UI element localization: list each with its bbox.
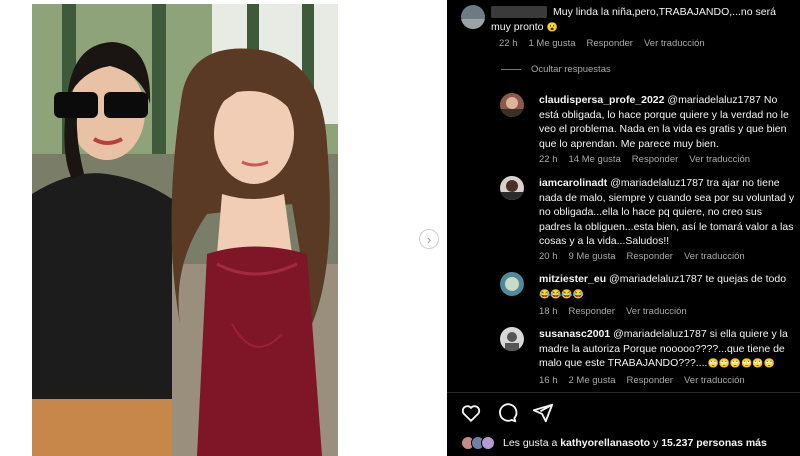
laughing-emoji: 😂😂😂😂: [539, 288, 584, 299]
actions-divider: [447, 392, 800, 393]
liker-avatars: [461, 436, 495, 450]
post-actions: [460, 402, 554, 424]
hide-replies-button[interactable]: Ocultar respuestas: [501, 64, 611, 75]
avatar: [481, 436, 495, 450]
reply-username[interactable]: iamcarolinadt: [539, 177, 607, 189]
translate-button[interactable]: Ver traducción: [684, 251, 745, 262]
reply-time: 18 h: [539, 306, 558, 317]
reply-button[interactable]: Responder: [627, 251, 673, 262]
comments-panel: Muy linda la niña,pero,TRABAJANDO,...no …: [447, 0, 800, 456]
comment-meta: 22 h 1 Me gusta Responder Ver traducción: [499, 38, 705, 49]
heart-icon[interactable]: [460, 402, 482, 424]
next-photo-button[interactable]: ›: [419, 229, 439, 249]
reply-username[interactable]: mitziester_eu: [539, 273, 606, 285]
likes-prefix: Les gusta a: [503, 437, 561, 449]
post-photo[interactable]: [32, 4, 338, 456]
reply-username[interactable]: susanasc2001: [539, 328, 610, 340]
reply-time: 20 h: [539, 251, 558, 262]
comment-icon[interactable]: [496, 402, 518, 424]
post-media-area: ›: [0, 0, 447, 456]
reply-button[interactable]: Responder: [632, 154, 678, 165]
reply-likes[interactable]: 14 Me gusta: [569, 154, 621, 165]
comment-time: 22 h: [499, 38, 518, 49]
eye-roll-emoji: 🙄🙄🙄🙄🙄🙄: [707, 358, 775, 368]
avatar[interactable]: [500, 176, 524, 200]
reply-meta: 22 h 14 Me gusta Responder Ver traducció…: [539, 154, 750, 165]
comment-body: Muy linda la niña,pero,TRABAJANDO,...no …: [491, 6, 776, 33]
translate-button[interactable]: Ver traducción: [684, 375, 745, 386]
share-icon[interactable]: [532, 402, 554, 424]
reply-meta: 16 h 2 Me gusta Responder Ver traducción: [539, 375, 745, 386]
reply-text: claudispersa_profe_2022 @mariadelaluz178…: [539, 93, 791, 151]
reply-button[interactable]: Responder: [627, 375, 673, 386]
reply-text: iamcarolinadt @mariadelaluz1787 tra ajar…: [539, 176, 795, 249]
reply-meta: 20 h 9 Me gusta Responder Ver traducción: [539, 251, 745, 262]
photo-illustration: [32, 4, 338, 456]
likes-count[interactable]: 15.237 personas más: [661, 437, 767, 449]
reply-button[interactable]: Responder: [569, 306, 615, 317]
reply-meta: 18 h Responder Ver traducción: [539, 306, 687, 317]
likes-summary[interactable]: Les gusta a kathyorellanasoto y 15.237 p…: [461, 436, 767, 450]
avatar[interactable]: [500, 272, 524, 296]
surprised-emoji: 😮: [546, 21, 558, 32]
likes-connector: y: [650, 437, 662, 449]
avatar[interactable]: [461, 5, 485, 29]
likes-text: Les gusta a kathyorellanasoto y 15.237 p…: [503, 437, 767, 449]
reply-body: @mariadelaluz1787 te quejas de todo: [606, 273, 787, 285]
translate-button[interactable]: Ver traducción: [689, 154, 750, 165]
reply-time: 22 h: [539, 154, 558, 165]
comment-text: Muy linda la niña,pero,TRABAJANDO,...no …: [491, 5, 791, 34]
reply-username[interactable]: claudispersa_profe_2022: [539, 94, 665, 106]
avatar[interactable]: [500, 93, 524, 117]
liker-username[interactable]: kathyorellanasoto: [560, 437, 650, 449]
translate-button[interactable]: Ver traducción: [626, 306, 687, 317]
reply-likes[interactable]: 2 Me gusta: [569, 375, 616, 386]
translate-button[interactable]: Ver traducción: [644, 38, 705, 49]
reply-likes[interactable]: 9 Me gusta: [569, 251, 616, 262]
divider-line: [501, 69, 521, 70]
comment-likes[interactable]: 1 Me gusta: [529, 38, 576, 49]
avatar[interactable]: [500, 327, 524, 351]
reply-text: mitziester_eu @mariadelaluz1787 te queja…: [539, 272, 795, 301]
reply-button[interactable]: Responder: [587, 38, 633, 49]
reply-text: susanasc2001 @mariadelaluz1787 si ella q…: [539, 327, 795, 371]
hide-replies-label: Ocultar respuestas: [531, 64, 611, 75]
reply-time: 16 h: [539, 375, 558, 386]
